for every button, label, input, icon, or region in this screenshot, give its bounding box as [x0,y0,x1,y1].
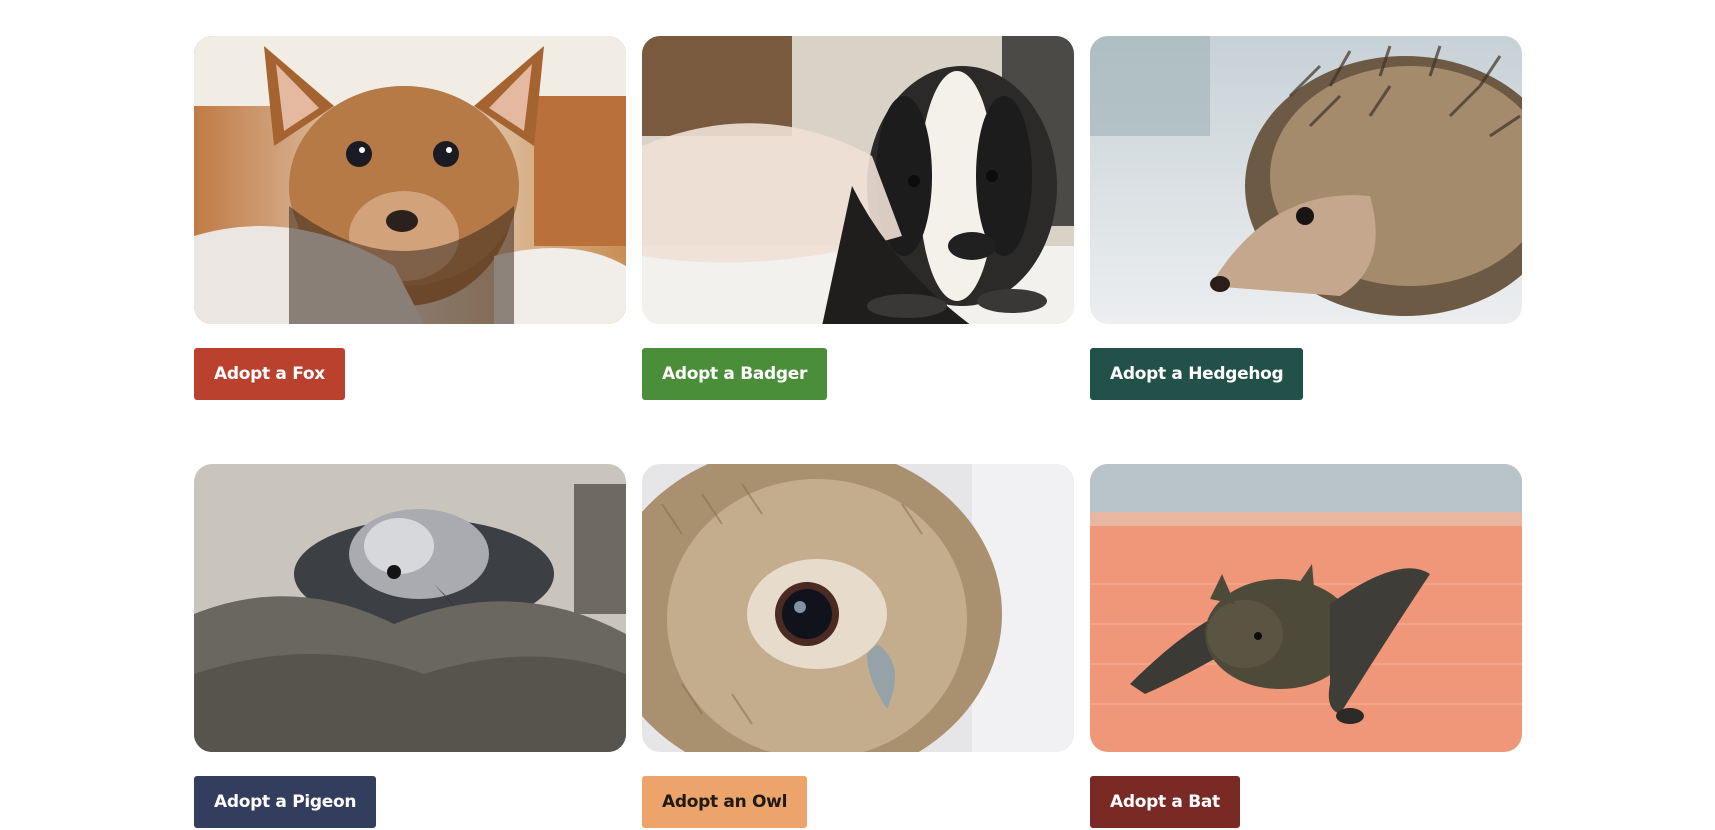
adopt-owl-button[interactable]: Adopt an Owl [642,776,808,828]
adopt-pigeon-button[interactable]: Adopt a Pigeon [194,776,377,828]
card-bat: Adopt a Bat [1090,464,1522,828]
adopt-fox-button[interactable]: Adopt a Fox [194,348,345,400]
fox-photo[interactable] [194,36,626,324]
card-fox: Adopt a Fox [194,36,626,400]
owl-photo[interactable] [642,464,1074,752]
hedgehog-photo[interactable] [1090,36,1522,324]
fox-cub-photo [194,36,626,324]
hedgehog-photo-image [1090,36,1522,324]
card-hedgehog: Adopt a Hedgehog [1090,36,1522,400]
card-pigeon: Adopt a Pigeon [194,464,626,828]
card-owl: Adopt an Owl [642,464,1074,828]
adopt-hedgehog-button[interactable]: Adopt a Hedgehog [1090,348,1304,400]
badger-cub-photo [642,36,1074,324]
pigeon-photo-image [194,464,626,752]
adopt-badger-button[interactable]: Adopt a Badger [642,348,828,400]
adopt-bat-button[interactable]: Adopt a Bat [1090,776,1240,828]
bat-photo[interactable] [1090,464,1522,752]
adoption-grid: Adopt a Fox Adopt a Badger Adopt a Hedge… [194,36,1538,828]
pigeon-photo[interactable] [194,464,626,752]
card-badger: Adopt a Badger [642,36,1074,400]
bat-photo-image [1090,464,1522,752]
badger-photo[interactable] [642,36,1074,324]
owlet-photo [642,464,1074,752]
